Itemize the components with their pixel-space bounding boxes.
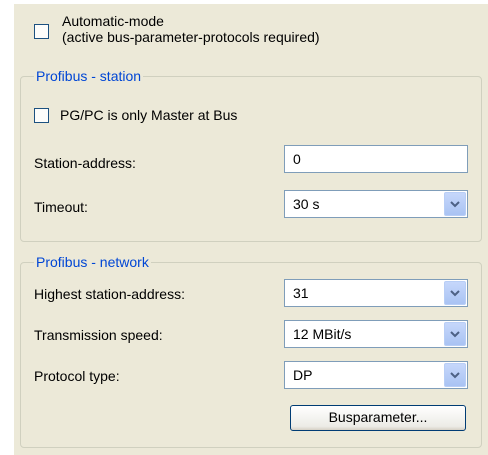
profibus-station-legend: Profibus - station [34,68,144,84]
protocol-type-label: Protocol type: [34,368,120,384]
transmission-speed-label: Transmission speed: [34,327,163,343]
protocol-type-select[interactable]: DP [284,361,468,389]
timeout-label: Timeout: [34,199,88,215]
master-only-checkbox[interactable] [34,108,49,123]
automatic-mode-label: Automatic-mode [62,13,164,29]
highest-station-address-value: 31 [293,285,309,301]
settings-panel: Automatic-mode (active bus-parameter-pro… [14,4,488,455]
chevron-down-icon [450,201,460,208]
chevron-down-icon [450,372,460,379]
profibus-network-legend: Profibus - network [34,254,151,270]
station-address-input[interactable]: 0 [284,145,468,173]
chevron-down-icon [450,331,460,338]
automatic-mode-sublabel: (active bus-parameter-protocols required… [62,29,320,45]
protocol-type-value: DP [293,367,313,383]
automatic-mode-checkbox[interactable] [34,24,49,39]
busparameter-button[interactable]: Busparameter... [290,405,466,431]
transmission-speed-value: 12 MBit/s [293,326,352,342]
protocol-type-dropdown-button[interactable] [444,363,466,387]
timeout-dropdown-button[interactable] [444,192,466,216]
station-address-label: Station-address: [34,155,136,171]
timeout-value: 30 s [293,196,320,212]
transmission-speed-select[interactable]: 12 MBit/s [284,320,468,348]
highest-station-address-select[interactable]: 31 [284,279,468,307]
chevron-down-icon [450,290,460,297]
highest-station-address-label: Highest station-address: [34,286,185,302]
master-only-label: PG/PC is only Master at Bus [60,107,238,123]
transmission-speed-dropdown-button[interactable] [444,322,466,346]
highest-station-address-dropdown-button[interactable] [444,281,466,305]
station-address-value: 0 [293,151,301,167]
timeout-select[interactable]: 30 s [284,190,468,218]
